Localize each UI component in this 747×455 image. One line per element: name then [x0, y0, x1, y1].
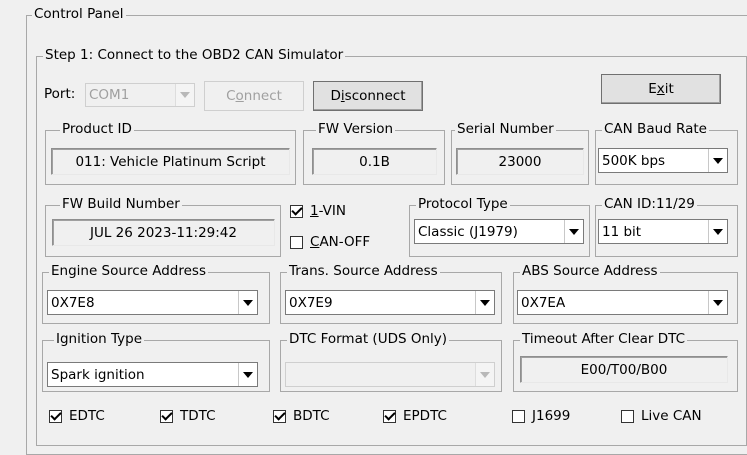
chevron-down-icon [708, 291, 727, 314]
timeout-clear-dtc-label: Timeout After Clear DTC [520, 331, 688, 347]
checkmark-icon [160, 409, 173, 421]
epdtc-checkbox[interactable]: EPDTC [383, 408, 447, 424]
trans-source-label: Trans. Source Address [287, 263, 440, 279]
can-id-value: 11 bit [602, 223, 642, 240]
epdtc-checkbox-box [383, 409, 396, 423]
can-baud-rate-label: CAN Baud Rate [602, 121, 709, 137]
vin-checkbox-box [290, 204, 303, 218]
can-off-checkbox-label: CAN-OFF [310, 234, 371, 250]
can-id-label: CAN ID:11/29 [602, 196, 697, 212]
chevron-down-icon [475, 363, 494, 386]
port-value: COM1 [89, 87, 130, 103]
port-label: Port: [44, 86, 76, 102]
live-can-checkbox[interactable]: Live CAN [621, 408, 702, 424]
engine-source-label: Engine Source Address [49, 263, 208, 279]
engine-source-value: 0X7E8 [51, 294, 95, 311]
checkmark-icon [273, 409, 286, 421]
product-id-value: 011: Vehicle Platinum Script [51, 148, 290, 175]
checkmark-icon [290, 204, 303, 216]
protocol-type-label: Protocol Type [416, 196, 510, 212]
live-can-checkbox-label: Live CAN [641, 408, 702, 424]
can-baud-rate-select[interactable]: 500K bps [598, 148, 728, 173]
fw-version-label: FW Version [316, 121, 396, 137]
ignition-type-value: Spark ignition [51, 366, 145, 383]
port-select[interactable]: COM1 [85, 83, 195, 107]
edtc-checkbox-label: EDTC [69, 408, 105, 424]
serial-number-value: 23000 [456, 148, 584, 175]
live-can-checkbox-box [621, 409, 634, 423]
fw-version-value: 0.1B [312, 148, 437, 175]
abs-source-label: ABS Source Address [520, 263, 660, 279]
fw-build-value: JUL 26 2023-11:29:42 [52, 219, 275, 246]
vin-checkbox-label: 1-VIN [310, 203, 346, 219]
edtc-checkbox[interactable]: EDTC [49, 408, 105, 424]
can-id-select[interactable]: 11 bit [598, 219, 728, 244]
serial-number-label: Serial Number [455, 121, 556, 137]
dtc-format-select[interactable] [285, 362, 495, 387]
exit-button[interactable]: Ex it [601, 74, 721, 104]
timeout-clear-dtc-value: E00/T00/B00 [520, 356, 728, 383]
j1699-checkbox[interactable]: J1699 [512, 408, 570, 424]
protocol-type-value: Classic (J1979) [418, 223, 518, 240]
chevron-down-icon [708, 149, 727, 172]
can-off-checkbox[interactable]: CAN-OFF [290, 234, 370, 250]
trans-source-select[interactable]: 0X7E9 [285, 290, 495, 315]
fw-build-label: FW Build Number [60, 196, 182, 212]
epdtc-checkbox-label: EPDTC [403, 408, 447, 424]
can-off-checkbox-box [290, 235, 303, 249]
tdtc-checkbox-label: TDTC [180, 408, 216, 424]
checkmark-icon [383, 409, 396, 421]
bdtc-checkbox[interactable]: BDTC [273, 408, 330, 424]
ignition-type-label: Ignition Type [54, 331, 145, 347]
control-panel-title: Control Panel [32, 6, 126, 22]
chevron-down-icon [238, 363, 257, 386]
step1-title: Step 1: Connect to the OBD2 CAN Simulato… [43, 47, 346, 63]
chevron-down-icon [238, 291, 257, 314]
bdtc-checkbox-box [273, 409, 286, 423]
engine-source-select[interactable]: 0X7E8 [47, 290, 258, 315]
trans-source-value: 0X7E9 [289, 294, 333, 311]
disconnect-button[interactable]: Di sconnect [313, 81, 423, 111]
connect-button[interactable]: Co nnect [204, 81, 304, 111]
protocol-type-select[interactable]: Classic (J1979) [414, 219, 584, 244]
dtc-format-label: DTC Format (UDS Only) [287, 331, 450, 347]
edtc-checkbox-box [49, 409, 62, 423]
chevron-down-icon [708, 220, 727, 243]
j1699-checkbox-box [512, 409, 525, 423]
product-id-label: Product ID [60, 121, 134, 137]
j1699-checkbox-label: J1699 [532, 408, 571, 424]
chevron-down-icon [564, 220, 583, 243]
tdtc-checkbox-box [160, 409, 173, 423]
vin-checkbox[interactable]: 1-VIN [290, 203, 346, 219]
tdtc-checkbox[interactable]: TDTC [160, 408, 216, 424]
bdtc-checkbox-label: BDTC [293, 408, 330, 424]
chevron-down-icon [175, 84, 194, 106]
checkmark-icon [49, 409, 62, 421]
ignition-type-select[interactable]: Spark ignition [47, 362, 258, 387]
abs-source-value: 0X7EA [521, 294, 566, 311]
chevron-down-icon [475, 291, 494, 314]
abs-source-select[interactable]: 0X7EA [517, 290, 728, 315]
can-baud-rate-value: 500K bps [602, 152, 666, 169]
